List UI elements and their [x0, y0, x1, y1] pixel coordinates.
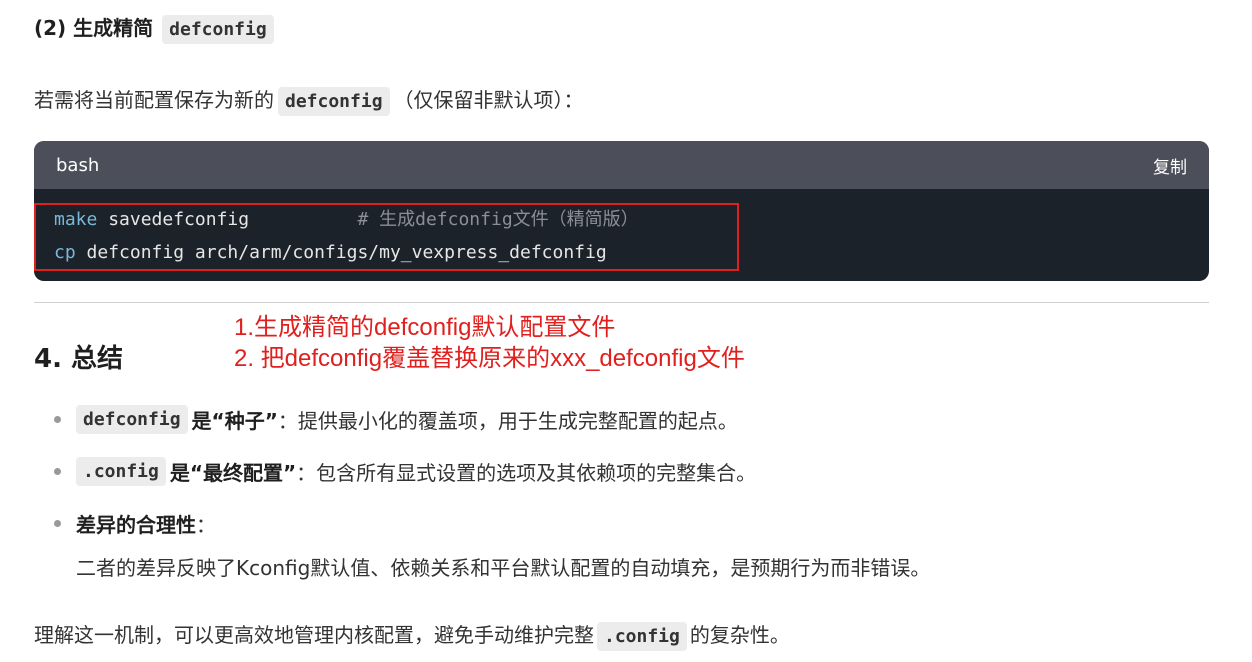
inline-code: defconfig: [162, 15, 274, 44]
bullet-bold: 差异的合理性: [76, 513, 196, 537]
inline-code: defconfig: [278, 87, 390, 116]
intro-suffix: （仅保留非默认项）：: [393, 88, 584, 112]
section-heading-text: (2) 生成精简: [34, 16, 154, 40]
bullet-dot: [54, 416, 61, 423]
closing-text: 理解这一机制，可以更高效地管理内核配置，避免手动维护完整: [34, 623, 594, 647]
code-language-label: bash: [56, 154, 100, 176]
bullet-bold: 是“种子”: [191, 409, 278, 433]
highlight-box: [34, 203, 739, 271]
bullet-text: ：包含所有显式设置的选项及其依赖项的完整集合。: [296, 461, 757, 485]
bullet-dot: [54, 520, 61, 527]
copy-button[interactable]: 复制: [1153, 153, 1187, 178]
red-annotation: 1.生成精简的defconfig默认配置文件 2. 把defconfig覆盖替换…: [234, 312, 745, 374]
section-heading: (2) 生成精简 defconfig: [34, 12, 274, 44]
list-item: 差异的合理性 ：: [54, 509, 216, 538]
inline-code: .config: [76, 457, 166, 486]
list-item: defconfig 是“种子” ：提供最小化的覆盖项，用于生成完整配置的起点。: [54, 405, 738, 434]
bullet-detail: 二者的差异反映了Kconfig默认值、依赖关系和平台默认配置的自动填充，是预期行…: [76, 556, 931, 580]
annotation-line: 1.生成精简的defconfig默认配置文件: [234, 314, 616, 341]
annotation-line: 2. 把defconfig覆盖替换原来的xxx_defconfig文件: [234, 345, 745, 372]
closing-suffix: 的复杂性。: [689, 623, 790, 647]
divider: [34, 302, 1209, 303]
inline-code: .config: [597, 622, 687, 651]
bullet-text: ：提供最小化的覆盖项，用于生成完整配置的起点。: [277, 409, 738, 433]
closing-paragraph: 理解这一机制，可以更高效地管理内核配置，避免手动维护完整 .config 的复杂性。: [34, 619, 790, 651]
bullet-dot: [54, 468, 61, 475]
inline-code: defconfig: [76, 405, 188, 434]
bullet-text: ：: [196, 513, 216, 537]
intro-paragraph: 若需将当前配置保存为新的 defconfig （仅保留非默认项）：: [34, 84, 584, 116]
summary-heading: 4. 总结: [34, 344, 124, 374]
intro-text: 若需将当前配置保存为新的: [34, 88, 274, 112]
list-item: .config 是“最终配置” ：包含所有显式设置的选项及其依赖项的完整集合。: [54, 457, 756, 486]
code-block-header: bash 复制: [34, 141, 1209, 189]
bullet-bold: 是“最终配置”: [169, 461, 297, 485]
